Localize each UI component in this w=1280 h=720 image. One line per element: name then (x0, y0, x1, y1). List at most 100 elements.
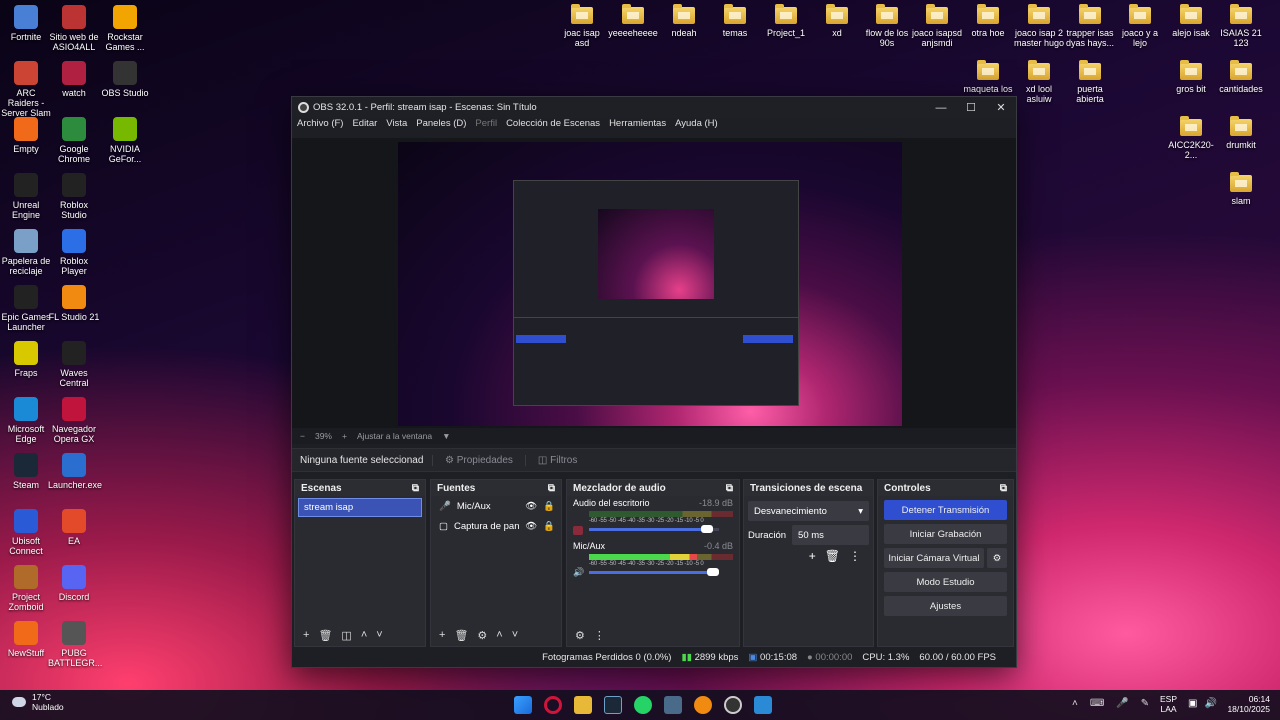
windows-start-icon[interactable] (514, 696, 532, 714)
file-explorer-icon[interactable] (574, 696, 592, 714)
desktop-folder[interactable]: puerta abierta (1064, 60, 1116, 104)
keyboard-icon[interactable]: ⌨ (1090, 698, 1104, 709)
scene-item[interactable]: stream isap (298, 498, 422, 517)
volume-slider[interactable] (589, 568, 719, 576)
desktop-folder[interactable]: cantidades (1215, 60, 1267, 94)
stop-stream-button[interactable]: Detener Transmisión (884, 500, 1007, 520)
desktop-icon[interactable]: Epic Games Launcher (0, 285, 52, 332)
trash-icon[interactable]: 🗑 (454, 629, 468, 642)
menu-profile[interactable]: Perfil (475, 118, 497, 134)
chevron-down-icon[interactable]: ˅ (376, 629, 382, 641)
close-button[interactable]: ✕ (986, 101, 1016, 114)
trash-icon[interactable]: 🗑 (318, 629, 332, 642)
desktop-icon[interactable]: Steam (0, 453, 52, 490)
desktop-folder[interactable]: temas (709, 4, 761, 38)
whatsapp-icon[interactable] (634, 696, 652, 714)
transition-select[interactable]: Desvanecimiento ▾ (748, 501, 869, 521)
program-preview[interactable] (398, 142, 902, 426)
menu-scene-collection[interactable]: Colección de Escenas (506, 118, 600, 134)
desktop-icon[interactable]: Project Zomboid (0, 565, 52, 612)
title-bar[interactable]: OBS 32.0.1 - Perfil: stream isap - Escen… (292, 97, 1016, 118)
desktop-icon[interactable]: Roblox Studio (48, 173, 100, 220)
desktop-folder[interactable]: drumkit (1215, 116, 1267, 150)
desktop-icon[interactable]: Fraps (0, 341, 52, 378)
virtual-camera-button[interactable]: Iniciar Cámara Virtual (884, 548, 984, 568)
language-indicator[interactable]: ESP LAA (1160, 694, 1177, 714)
desktop-folder[interactable]: Project_1 (760, 4, 812, 38)
menu-docks[interactable]: Paneles (D) (416, 118, 466, 134)
chevron-down-icon[interactable]: ˅ (512, 629, 518, 641)
obs-taskbar-icon[interactable] (724, 696, 742, 714)
desktop-folder[interactable]: maqueta los (962, 60, 1014, 94)
menu-file[interactable]: Archivo (F) (297, 118, 343, 134)
desktop-icon[interactable]: FL Studio 21 (48, 285, 100, 322)
opera-gx-icon[interactable] (544, 696, 562, 714)
studio-mode-button[interactable]: Modo Estudio (884, 572, 1007, 592)
desktop-folder[interactable]: xd lool asluiw (1013, 60, 1065, 104)
desktop-folder[interactable]: joaco isap 2 master hugo (1013, 4, 1065, 48)
more-icon[interactable]: ⋮ (849, 549, 861, 563)
filters-button[interactable]: ◫ Filtros (524, 454, 589, 466)
zoom-mode[interactable]: Ajustar a la ventana (357, 431, 432, 441)
source-item-mic[interactable]: 🎤 Mic/Aux 👁 🔒 (431, 496, 561, 516)
settings-button[interactable]: Ajustes (884, 596, 1007, 616)
undock-icon[interactable]: ⧉ (412, 483, 419, 494)
desktop-folder[interactable]: ndeah (658, 4, 710, 38)
eye-icon[interactable]: 👁 (525, 521, 537, 532)
chevron-up-icon[interactable]: ˄ (1072, 698, 1078, 709)
desktop-folder[interactable]: xd (811, 4, 863, 38)
add-icon[interactable]: + (303, 629, 309, 641)
steam-icon[interactable] (604, 696, 622, 714)
desktop-icon[interactable]: Discord (48, 565, 100, 602)
menu-help[interactable]: Ayuda (H) (675, 118, 718, 134)
desktop-folder[interactable]: AICC2K20-2... (1165, 116, 1217, 160)
network-icon[interactable]: ▣ (1188, 698, 1197, 709)
desktop-icon[interactable]: NVIDIA GeFor... (99, 117, 151, 164)
properties-button[interactable]: ⚙ Propiedades (432, 454, 525, 466)
source-item-display[interactable]: ▢ Captura de pantal 👁 🔒 (431, 516, 561, 536)
desktop-icon[interactable]: ARC Raiders - Server Slam (0, 61, 52, 118)
chevron-up-icon[interactable]: ˄ (496, 629, 502, 641)
input-icon[interactable]: ✎ (1141, 698, 1149, 709)
more-icon[interactable]: ⋮ (594, 629, 605, 642)
add-icon[interactable]: + (809, 549, 816, 563)
desktop-icon[interactable]: Waves Central (48, 341, 100, 388)
microphone-icon[interactable]: 🎤 (1116, 698, 1128, 709)
desktop-icon[interactable]: NewStuff (0, 621, 52, 658)
desktop-icon[interactable]: Empty (0, 117, 52, 154)
desktop-folder[interactable]: joaco y a lejo (1114, 4, 1166, 48)
start-recording-button[interactable]: Iniciar Grabación (884, 524, 1007, 544)
desktop-icon[interactable]: Navegador Opera GX (48, 397, 100, 444)
add-icon[interactable]: + (439, 629, 445, 641)
undock-icon[interactable]: ⧉ (548, 483, 555, 494)
desktop-folder[interactable]: trapper isas dyas hays... (1064, 4, 1116, 48)
desktop-icon[interactable]: EA (48, 509, 100, 546)
zoom-in-button[interactable]: + (342, 431, 347, 441)
desktop-folder[interactable]: slam (1215, 172, 1267, 206)
desktop-icon[interactable]: PUBG BATTLEGR... (48, 621, 102, 668)
fl-studio-icon[interactable] (694, 696, 712, 714)
obs-window[interactable]: OBS 32.0.1 - Perfil: stream isap - Escen… (291, 96, 1017, 668)
desktop-icon[interactable]: Microsoft Edge (0, 397, 52, 444)
trash-icon[interactable]: 🗑 (825, 549, 840, 563)
desktop-icon[interactable]: Unreal Engine (0, 173, 52, 220)
desktop-folder[interactable]: alejo isak (1165, 4, 1217, 38)
duration-input[interactable]: 50 ms (792, 525, 869, 545)
muted-speaker-icon[interactable] (573, 526, 583, 535)
menu-view[interactable]: Vista (386, 118, 407, 134)
menu-tools[interactable]: Herramientas (609, 118, 666, 134)
desktop-icon[interactable]: Fortnite (0, 5, 52, 42)
desktop-app-icon[interactable] (754, 696, 772, 714)
desktop-icon[interactable]: watch (48, 61, 100, 98)
desktop-folder[interactable]: gros bit (1165, 60, 1217, 94)
desktop-folder[interactable]: joac isap asd (556, 4, 608, 48)
chevron-up-icon[interactable]: ˄ (361, 629, 367, 641)
virtual-camera-settings-button[interactable]: ⚙ (987, 548, 1007, 568)
desktop-folder[interactable]: ISAIAS 21 123 (1215, 4, 1267, 48)
lock-icon[interactable]: 🔒 (543, 501, 555, 512)
undock-icon[interactable]: ⧉ (726, 483, 733, 494)
desktop-icon[interactable]: Ubisoft Connect (0, 509, 52, 556)
gear-icon[interactable]: ⚙ (477, 629, 487, 642)
weather-widget[interactable]: 17°C Nublado (12, 692, 64, 712)
desktop-icon[interactable]: Launcher.exe (48, 453, 102, 490)
